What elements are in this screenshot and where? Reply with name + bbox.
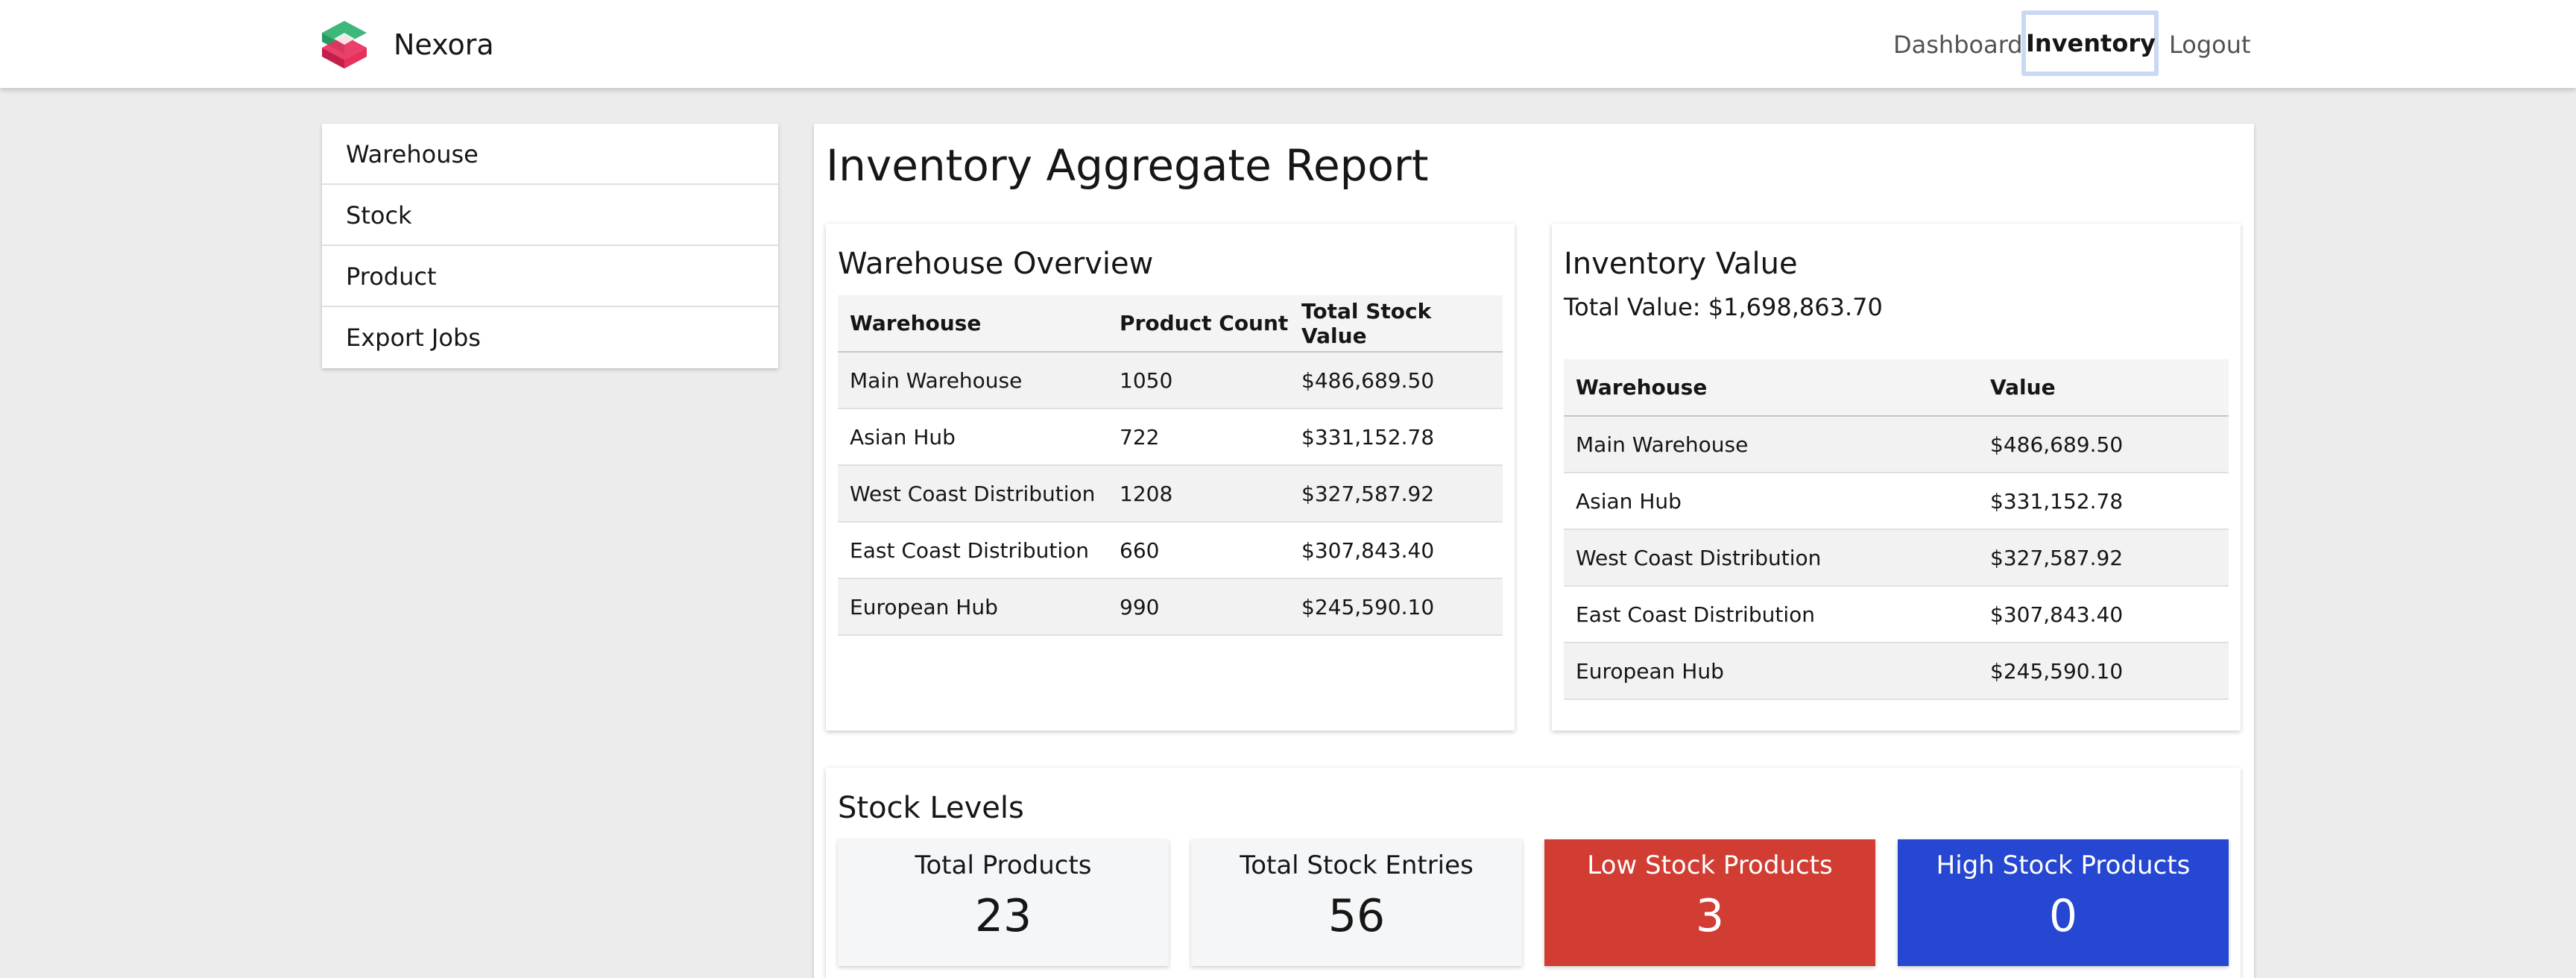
cell-total-stock-value: $307,843.40 [1289, 522, 1503, 579]
cell-total-stock-value: $331,152.78 [1289, 408, 1503, 466]
table-row: West Coast Distribution 1208 $327,587.92 [838, 465, 1503, 523]
cell-value: $307,843.40 [1978, 586, 2229, 643]
tile-value: 23 [974, 890, 1032, 942]
table-row: East Coast Distribution 660 $307,843.40 [838, 522, 1503, 579]
cell-warehouse: East Coast Distribution [1564, 586, 1978, 643]
table-row: European Hub $245,590.10 [1564, 643, 2229, 700]
cell-product-count: 1208 [1108, 465, 1289, 523]
warehouse-overview-table: Warehouse Product Count Total Stock Valu… [838, 295, 1503, 636]
sidebar: Warehouse Stock Product Export Jobs [322, 124, 778, 368]
cell-value: $245,590.10 [1978, 643, 2229, 700]
stock-levels-card: Stock Levels Total Products 23 Total Sto… [826, 768, 2241, 978]
tile-value: 3 [1695, 890, 1725, 942]
total-stock-entries-tile: Total Stock Entries 56 [1191, 839, 1522, 966]
nav-logout-link[interactable]: Logout [2169, 22, 2251, 67]
tile-value: 56 [1328, 890, 1386, 942]
table-row: East Coast Distribution $307,843.40 [1564, 586, 2229, 643]
cell-product-count: 722 [1108, 408, 1289, 466]
tile-label: Low Stock Products [1587, 851, 1833, 880]
cell-value: $331,152.78 [1978, 473, 2229, 530]
table-row: Asian Hub 722 $331,152.78 [838, 408, 1503, 466]
nav-dashboard-link[interactable]: Dashboard [1893, 22, 2023, 67]
nexora-logo-icon[interactable] [319, 19, 370, 70]
inventory-value-card: Inventory Value Total Value: $1,698,863.… [1552, 224, 2241, 731]
column-header-warehouse[interactable]: Warehouse [1564, 359, 1978, 417]
main-content: Inventory Aggregate Report Warehouse Ove… [814, 124, 2254, 978]
card-title: Stock Levels [838, 791, 1024, 825]
cell-product-count: 1050 [1108, 352, 1289, 409]
cell-warehouse: European Hub [1564, 643, 1978, 700]
top-header: Nexora Dashboard Inventory Logout [0, 0, 2576, 88]
tile-label: High Stock Products [1936, 851, 2191, 880]
cell-value: $486,689.50 [1978, 416, 2229, 473]
column-header-warehouse[interactable]: Warehouse [838, 295, 1108, 353]
card-title: Warehouse Overview [838, 247, 1154, 281]
tile-value: 0 [2048, 890, 2078, 942]
total-products-tile: Total Products 23 [838, 839, 1169, 966]
column-header-product-count[interactable]: Product Count [1108, 295, 1289, 353]
high-stock-products-tile: High Stock Products 0 [1898, 839, 2229, 966]
cell-product-count: 660 [1108, 522, 1289, 579]
inventory-value-table: Warehouse Value Main Warehouse $486,689.… [1564, 359, 2229, 700]
cell-warehouse: West Coast Distribution [1564, 529, 1978, 587]
cell-total-stock-value: $245,590.10 [1289, 578, 1503, 636]
brand-name[interactable]: Nexora [394, 27, 494, 63]
sidebar-item-product[interactable]: Product [322, 246, 778, 307]
column-header-total-stock-value[interactable]: Total Stock Value [1289, 295, 1503, 353]
column-header-value[interactable]: Value [1978, 359, 2229, 417]
sidebar-item-stock[interactable]: Stock [322, 185, 778, 246]
cell-product-count: 990 [1108, 578, 1289, 636]
cell-warehouse: West Coast Distribution [838, 465, 1108, 523]
sidebar-item-export-jobs[interactable]: Export Jobs [322, 307, 778, 368]
table-row: Asian Hub $331,152.78 [1564, 473, 2229, 530]
cell-total-stock-value: $486,689.50 [1289, 352, 1503, 409]
table-row: European Hub 990 $245,590.10 [838, 578, 1503, 636]
tile-label: Total Stock Entries [1240, 851, 1474, 880]
cell-total-stock-value: $327,587.92 [1289, 465, 1503, 523]
cell-warehouse: Main Warehouse [1564, 416, 1978, 473]
warehouse-overview-card: Warehouse Overview Warehouse Product Cou… [826, 224, 1515, 731]
low-stock-products-tile: Low Stock Products 3 [1544, 839, 1875, 966]
table-row: Main Warehouse 1050 $486,689.50 [838, 352, 1503, 409]
cell-warehouse: East Coast Distribution [838, 522, 1108, 579]
stock-tiles: Total Products 23 Total Stock Entries 56… [838, 839, 2229, 966]
total-value: Total Value: $1,698,863.70 [1564, 293, 1883, 321]
cell-warehouse: Asian Hub [1564, 473, 1978, 530]
card-title: Inventory Value [1564, 247, 1798, 281]
nav-inventory-link[interactable]: Inventory [2021, 10, 2159, 76]
table-row: Main Warehouse $486,689.50 [1564, 416, 2229, 473]
table-row: West Coast Distribution $327,587.92 [1564, 529, 2229, 587]
cell-warehouse: Asian Hub [838, 408, 1108, 466]
cell-warehouse: European Hub [838, 578, 1108, 636]
sidebar-item-warehouse[interactable]: Warehouse [322, 124, 778, 185]
cell-warehouse: Main Warehouse [838, 352, 1108, 409]
tile-label: Total Products [915, 851, 1092, 880]
page-title: Inventory Aggregate Report [826, 140, 1429, 191]
cell-value: $327,587.92 [1978, 529, 2229, 587]
